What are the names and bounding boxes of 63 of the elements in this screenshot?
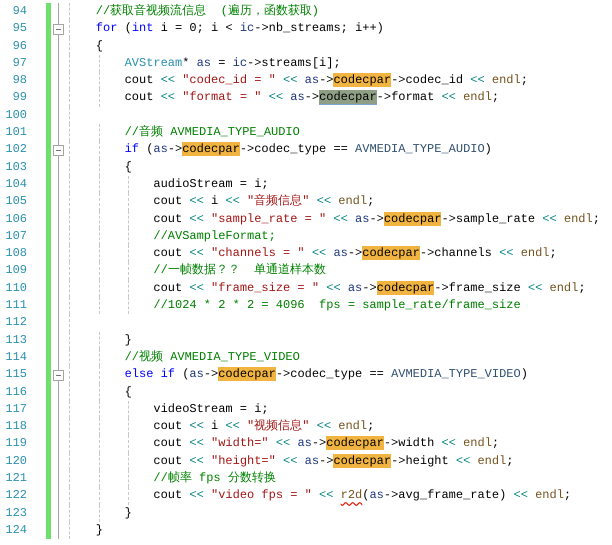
code-line: } (96, 522, 103, 539)
line-number: 107 (4, 228, 27, 245)
line-number: 104 (4, 176, 27, 193)
code-line: //帧率 fps 分数转换 (153, 470, 276, 488)
line-number: 112 (4, 314, 27, 332)
code-line: //AVSampleFormat; (153, 228, 276, 245)
code-line: } (124, 504, 132, 522)
code-line: cout << "channels = " << as->codecpar->channels << endl; (153, 245, 557, 262)
collapse-icon[interactable] (53, 24, 64, 36)
code-line: cout << "height=" << as->codecpar->height << endl; (153, 452, 514, 470)
line-number: 123 (4, 504, 27, 522)
line-number: 122 (4, 487, 27, 504)
line-number: 109 (4, 262, 27, 280)
line-number: 124 (4, 522, 27, 539)
code-line: cout << i << "视频信息" << endl; (153, 418, 374, 436)
line-number: 96 (12, 38, 27, 55)
code-line: { (96, 38, 103, 55)
code-line: cout << "video fps = " << r2d(as->avg_frame_rate) << endl; (153, 487, 572, 504)
code-line: cout << "width=" << as->codecpar->width << endl; (153, 435, 500, 452)
code-line: //视频 AVMEDIA_TYPE_VIDEO (124, 348, 300, 366)
line-number: 101 (4, 124, 27, 142)
code-line: { (124, 158, 132, 176)
code-line: //音频 AVMEDIA_TYPE_AUDIO (124, 124, 300, 142)
line-number: 100 (4, 106, 27, 124)
code-line: //一帧数据？？ 单通道样本数 (153, 262, 326, 280)
code-line: //1024 * 2 * 2 = 4096 fps = sample_rate/frame_size (153, 297, 521, 314)
code-line: { (124, 384, 132, 401)
code-line: else if (as->codecpar->codec_type == AVMEDIA_TYPE_VIDEO) (124, 366, 528, 384)
line-number: 110 (4, 280, 27, 297)
code-line: } (124, 332, 132, 349)
line-number: 116 (4, 384, 27, 401)
collapse-icon[interactable] (53, 145, 64, 156)
line-number: 97 (12, 54, 27, 72)
code-line: AVStream* as = ic->streams[i]; (124, 54, 341, 72)
code-line: //获取音视频流信息 (遍历，函数获取) (96, 3, 320, 20)
line-number: 111 (4, 297, 27, 314)
code-line: cout << i << "音频信息" << endl; (153, 193, 374, 210)
line-number: 119 (4, 435, 27, 452)
line-number: 94 (12, 3, 27, 20)
line-number: 114 (4, 348, 27, 366)
line-number: 113 (4, 332, 27, 349)
code-line: cout << "codec_id = " << as->codecpar->codec_id << endl; (124, 72, 528, 90)
line-number: 117 (4, 400, 27, 418)
code-line: audioStream = i; (153, 176, 269, 193)
line-number: 103 (4, 158, 27, 176)
line-number: 120 (4, 452, 27, 470)
collapse-icon[interactable] (53, 370, 64, 382)
line-number: 102 (4, 141, 27, 158)
code-line: cout << "sample_rate = " << as->codecpar->sample_rate << endl; (153, 210, 600, 228)
code-line: cout << "format = " << as->codecpar->format << endl; (124, 89, 500, 107)
line-number: 99 (12, 89, 27, 106)
code-line: cout << "frame_size = " << as->codecpar->frame_size << endl; (153, 280, 586, 297)
line-number: 118 (4, 418, 27, 436)
line-number: 106 (4, 210, 27, 228)
code-line: videoStream = i; (153, 400, 269, 418)
code-line: if (as->codecpar->codec_type == AVMEDIA_TYPE_AUDIO) (124, 141, 492, 158)
line-number: 105 (4, 193, 27, 210)
line-number: 108 (4, 245, 27, 262)
code-line: for (int i = 0; i < ic->nb_streams; i++) (96, 20, 384, 38)
line-number: 95 (12, 20, 27, 38)
line-number: 98 (12, 72, 27, 90)
line-number: 115 (4, 366, 27, 384)
line-number: 121 (4, 470, 27, 488)
